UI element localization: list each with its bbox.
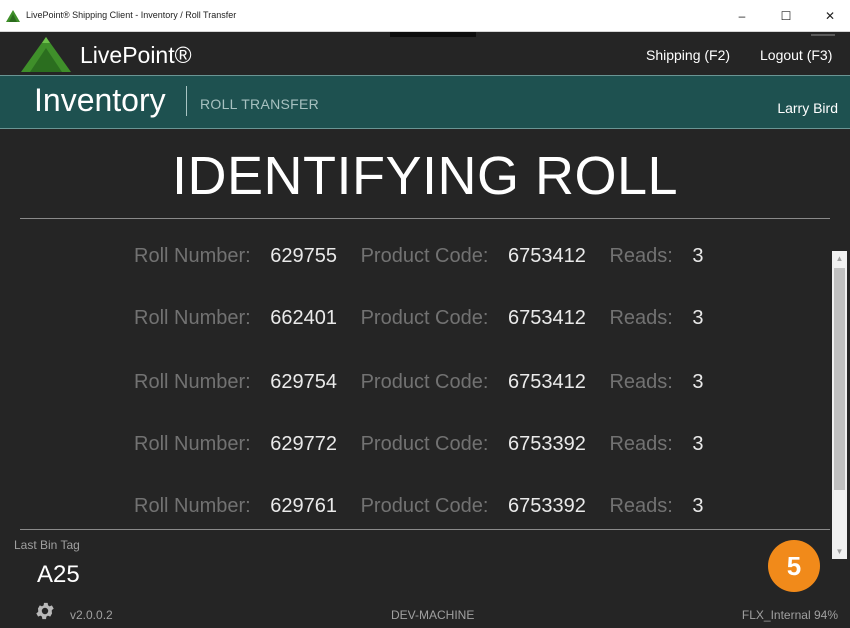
- roll-list-scrollbar[interactable]: ▲ ▼: [832, 251, 847, 559]
- network-name: FLX_Internal: [741, 608, 811, 622]
- roll-number-value: 629755: [270, 245, 338, 267]
- roll-number-label: Roll Number:: [134, 245, 251, 267]
- machine-name: DEV-MACHINE: [391, 608, 475, 622]
- triangle-logo-icon: [21, 37, 71, 72]
- app-window: LivePoint® Shipping (F2) Logout (F3) Inv…: [0, 32, 850, 628]
- close-icon: ✕: [824, 9, 836, 23]
- reads-label: Reads:: [609, 495, 673, 517]
- roll-number-value: 629772: [270, 433, 338, 455]
- scroll-up-icon[interactable]: ▲: [832, 251, 847, 266]
- signal-strength: 94%: [813, 608, 838, 622]
- product-code-value: 6753392: [508, 433, 586, 455]
- reads-value: 3: [692, 433, 704, 455]
- last-bin-tag-value: A25: [37, 561, 80, 588]
- product-code-value: 6753412: [508, 307, 586, 329]
- list-item: Roll Number: 629754 Product Code: 675341…: [134, 367, 704, 397]
- maximize-button[interactable]: ☐: [766, 0, 806, 32]
- product-code-label: Product Code:: [360, 495, 489, 517]
- brand-name: LivePoint®: [80, 42, 192, 68]
- reads-value: 3: [692, 307, 704, 329]
- section-header: Inventory ROLL TRANSFER Larry Bird: [0, 75, 850, 129]
- section-title: Inventory: [34, 82, 166, 118]
- logout-link[interactable]: Logout (F3): [760, 47, 832, 63]
- app-version: v2.0.0.2: [70, 608, 113, 622]
- reads-value: 3: [692, 245, 704, 267]
- section-subtitle: ROLL TRANSFER: [200, 96, 320, 112]
- reads-label: Reads:: [609, 307, 673, 329]
- app-logo-icon: [6, 10, 20, 22]
- product-code-value: 6753392: [508, 495, 586, 517]
- reads-value: 3: [692, 371, 704, 393]
- roll-list[interactable]: Roll Number: 629755 Product Code: 675341…: [0, 219, 832, 529]
- divider-bottom: [20, 529, 830, 530]
- product-code-value: 6753412: [508, 371, 586, 393]
- roll-number-label: Roll Number:: [134, 307, 251, 329]
- gear-icon[interactable]: [34, 600, 56, 622]
- scroll-down-icon[interactable]: ▼: [832, 544, 847, 559]
- list-item: Roll Number: 629772 Product Code: 675339…: [134, 429, 704, 459]
- product-code-label: Product Code:: [360, 245, 489, 267]
- roll-number-label: Roll Number:: [134, 371, 251, 393]
- maximize-icon: ☐: [780, 9, 792, 23]
- list-item: Roll Number: 662401 Product Code: 675341…: [134, 303, 704, 333]
- roll-number-value: 629761: [270, 495, 338, 517]
- user-name: Larry Bird: [777, 100, 838, 116]
- reads-value: 3: [692, 495, 704, 517]
- minimize-button[interactable]: –: [722, 0, 762, 32]
- section-divider: [186, 86, 187, 116]
- status-heading: IDENTIFYING ROLL: [171, 146, 679, 206]
- window-titlebar: LivePoint® Shipping Client - Inventory /…: [0, 0, 850, 32]
- roll-count-badge: 5: [768, 540, 820, 592]
- scrollbar-thumb[interactable]: [834, 268, 845, 490]
- product-code-value: 6753412: [508, 245, 586, 267]
- product-code-label: Product Code:: [360, 433, 489, 455]
- reads-label: Reads:: [609, 433, 673, 455]
- reads-label: Reads:: [609, 371, 673, 393]
- roll-number-value: 662401: [270, 307, 338, 329]
- roll-number-value: 629754: [270, 371, 338, 393]
- shipping-link[interactable]: Shipping (F2): [646, 47, 730, 63]
- drag-handle[interactable]: [390, 32, 835, 37]
- product-code-label: Product Code:: [360, 371, 489, 393]
- roll-number-label: Roll Number:: [134, 495, 251, 517]
- product-code-label: Product Code:: [360, 307, 489, 329]
- last-bin-tag-label: Last Bin Tag: [14, 538, 80, 552]
- reads-label: Reads:: [609, 245, 673, 267]
- network-status: FLX_Internal 94%: [742, 608, 838, 622]
- close-button[interactable]: ✕: [810, 0, 850, 32]
- roll-number-label: Roll Number:: [134, 433, 251, 455]
- minimize-icon: –: [738, 9, 746, 23]
- list-item: Roll Number: 629755 Product Code: 675341…: [134, 241, 704, 271]
- list-item: Roll Number: 629761 Product Code: 675339…: [134, 491, 704, 521]
- top-navigation: LivePoint® Shipping (F2) Logout (F3): [0, 32, 850, 75]
- window-title: LivePoint® Shipping Client - Inventory /…: [26, 10, 237, 20]
